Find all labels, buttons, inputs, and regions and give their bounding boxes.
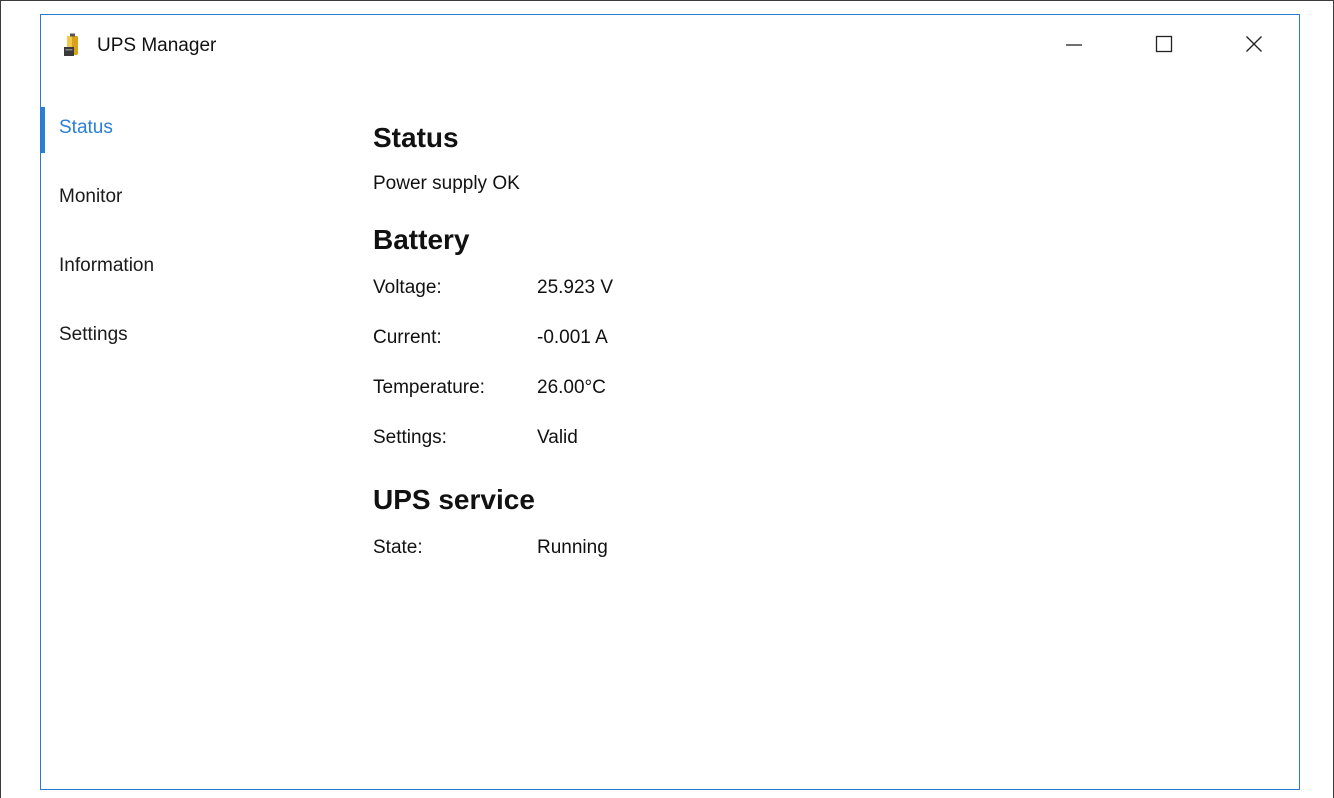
voltage-value: 25.923 V [537,277,614,298]
power-status-text: Power supply OK [373,173,520,194]
ups-state-row: State: Running [373,523,1253,573]
sidebar-item-label: Information [59,255,155,276]
sidebar-item-status[interactable]: Status [41,105,281,153]
status-heading: Status [373,122,459,153]
app-window: UPS Manager Status Monitor Information S… [40,14,1300,790]
sidebar-item-settings[interactable]: Settings [41,312,281,358]
sidebar-item-label: Monitor [59,186,123,207]
sidebar-item-label: Settings [59,324,128,345]
close-icon [1245,35,1263,58]
ups-service-section: UPS service State: Running [373,477,1253,573]
sidebar-item-information[interactable]: Information [41,243,281,289]
temperature-label: Temperature: [373,377,485,398]
voltage-label: Voltage: [373,277,442,298]
sidebar-item-label: Status [59,117,113,138]
main-content: Status Power supply OK Battery Voltage: … [373,115,1253,573]
battery-current-row: Current: -0.001 A [373,313,1253,363]
close-button[interactable] [1209,15,1299,77]
minimize-icon [1065,35,1083,58]
current-value: -0.001 A [537,327,608,348]
state-value: Running [537,537,608,558]
settings-label: Settings: [373,427,447,448]
battery-voltage-row: Voltage: 25.923 V [373,263,1253,313]
ups-battery-icon [63,33,83,57]
sidebar-nav: Status Monitor Information Settings [41,105,281,381]
battery-settings-row: Settings: Valid [373,413,1253,463]
window-title: UPS Manager [97,35,217,56]
status-section: Status Power supply OK [373,115,1253,207]
maximize-icon [1155,35,1173,58]
battery-temperature-row: Temperature: 26.00°C [373,363,1253,413]
temperature-value: 26.00°C [537,377,606,398]
title-bar[interactable]: UPS Manager [41,15,1299,77]
current-label: Current: [373,327,442,348]
ups-service-heading: UPS service [373,484,535,515]
minimize-button[interactable] [1029,15,1119,77]
battery-section: Battery Voltage: 25.923 V Current: -0.00… [373,217,1253,463]
state-label: State: [373,537,423,558]
battery-heading: Battery [373,224,470,255]
sidebar-item-monitor[interactable]: Monitor [41,174,281,220]
settings-value: Valid [537,427,578,448]
maximize-button[interactable] [1119,15,1209,77]
